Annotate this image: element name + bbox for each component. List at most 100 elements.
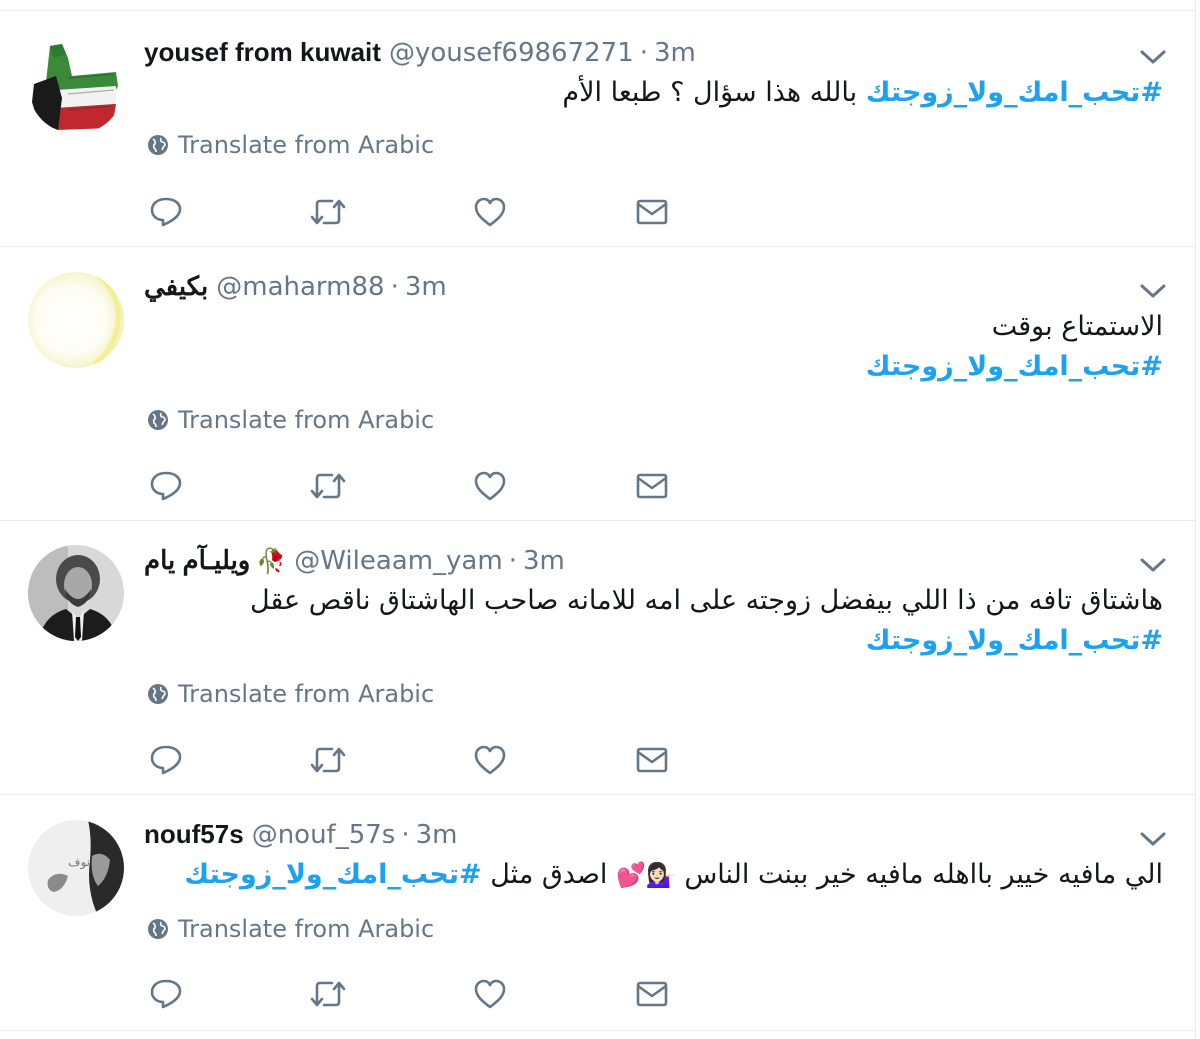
user-handle[interactable]: @yousef69867271 bbox=[389, 38, 634, 68]
avatar[interactable] bbox=[28, 38, 124, 134]
separator-dot: · bbox=[508, 546, 517, 576]
globe-icon bbox=[148, 919, 168, 939]
hashtag-link[interactable]: #تحب_امك_ولا_زوجتك bbox=[184, 859, 481, 890]
translate-link[interactable]: Translate from Arabic bbox=[146, 915, 434, 943]
reply-icon bbox=[150, 197, 182, 227]
user-handle[interactable]: @maharm88 bbox=[216, 272, 384, 302]
tweet-text: الي مافيه خيير بااهله مافيه خير ببنت الن… bbox=[184, 859, 1163, 890]
reply-icon bbox=[150, 745, 182, 775]
like-icon bbox=[474, 979, 506, 1009]
timestamp[interactable]: 3m bbox=[405, 272, 447, 302]
tweet-text: هاشتاق تافه من ذا اللي بيفضل زوجته على ا… bbox=[250, 585, 1163, 616]
timestamp[interactable]: 3m bbox=[654, 38, 696, 68]
timestamp[interactable]: 3m bbox=[523, 546, 565, 576]
like-icon bbox=[474, 197, 506, 227]
retweet-button[interactable] bbox=[308, 192, 348, 232]
retweet-icon bbox=[310, 199, 346, 225]
tweet-text-segment: بالله هذا سؤال ؟ طبعا الأم bbox=[562, 77, 866, 108]
display-name[interactable]: بكيفي bbox=[144, 271, 208, 302]
direct-message-icon bbox=[636, 199, 668, 225]
hashtag-link[interactable]: #تحب_امك_ولا_زوجتك bbox=[866, 351, 1163, 382]
tweet-actions bbox=[146, 974, 686, 1014]
translate-link[interactable]: Translate from Arabic bbox=[146, 406, 434, 434]
like-button[interactable] bbox=[470, 740, 510, 780]
translate-link[interactable]: Translate from Arabic bbox=[146, 680, 434, 708]
reply-button[interactable] bbox=[146, 466, 186, 506]
tweet-header: nouf57s @nouf_57s · 3m bbox=[144, 819, 457, 853]
display-name[interactable]: ويليـآم يام bbox=[144, 545, 250, 576]
emoji-group: 💁🏻‍♀️💕 bbox=[616, 861, 676, 889]
globe-icon bbox=[148, 684, 168, 704]
user-handle[interactable]: @nouf_57s bbox=[252, 820, 396, 850]
tweet-text-segment: الي مافيه خيير بااهله مافيه خير ببنت الن… bbox=[675, 859, 1163, 890]
tweet-actions bbox=[146, 192, 686, 232]
hashtag-link[interactable]: #تحب_امك_ولا_زوجتك bbox=[866, 625, 1163, 656]
retweet-icon bbox=[310, 473, 346, 499]
tweet-header: ويليـآم يام 🥀 @Wileaam_yam · 3m bbox=[144, 545, 565, 579]
tweet-header: بكيفي @maharm88 · 3m bbox=[144, 271, 447, 305]
timestamp[interactable]: 3m bbox=[416, 820, 458, 850]
retweet-icon bbox=[310, 981, 346, 1007]
rose-emoji: 🥀 bbox=[256, 547, 287, 575]
chevron-down-icon[interactable] bbox=[1138, 47, 1168, 67]
tweet-text: #تحب_امك_ولا_زوجتك bbox=[866, 351, 1163, 382]
direct-message-icon bbox=[636, 981, 668, 1007]
retweet-button[interactable] bbox=[308, 740, 348, 780]
reply-button[interactable] bbox=[146, 974, 186, 1014]
direct-message-button[interactable] bbox=[632, 740, 672, 780]
tweet-text: #تحب_امك_ولا_زوجتك bbox=[866, 625, 1163, 656]
avatar[interactable]: نوف bbox=[28, 820, 124, 916]
separator-dot: · bbox=[401, 820, 410, 850]
svg-text:نوف: نوف bbox=[68, 855, 90, 870]
hashtag-link[interactable]: #تحب_امك_ولا_زوجتك bbox=[866, 77, 1163, 108]
translate-label: Translate from Arabic bbox=[178, 915, 435, 943]
tweet-text: الاستمتاع بوقت bbox=[992, 311, 1163, 342]
direct-message-button[interactable] bbox=[632, 974, 672, 1014]
chevron-down-icon[interactable] bbox=[1138, 555, 1168, 575]
globe-icon bbox=[148, 410, 168, 430]
tweet-text-segment: الاستمتاع بوقت bbox=[991, 311, 1163, 342]
like-icon bbox=[474, 471, 506, 501]
separator-dot: · bbox=[390, 272, 399, 302]
direct-message-icon bbox=[636, 747, 668, 773]
translate-label: Translate from Arabic bbox=[178, 406, 435, 434]
direct-message-icon bbox=[636, 473, 668, 499]
display-name[interactable]: yousef from kuwait bbox=[144, 37, 381, 68]
like-button[interactable] bbox=[470, 192, 510, 232]
tweet-text-segment: اصدق مثل bbox=[481, 859, 616, 890]
chevron-down-icon[interactable] bbox=[1138, 829, 1168, 849]
like-button[interactable] bbox=[470, 466, 510, 506]
avatar[interactable] bbox=[28, 545, 124, 641]
chevron-down-icon[interactable] bbox=[1138, 281, 1168, 301]
tweet[interactable]: ويليـآم يام 🥀 @Wileaam_yam · 3m هاشتاق ت… bbox=[0, 521, 1195, 795]
tweet[interactable]: yousef from kuwait @yousef69867271 · 3m … bbox=[0, 11, 1195, 247]
tweet-actions bbox=[146, 740, 686, 780]
tweet-text-segment: هاشتاق تافه من ذا اللي بيفضل زوجته على ا… bbox=[249, 585, 1163, 616]
direct-message-button[interactable] bbox=[632, 466, 672, 506]
translate-label: Translate from Arabic bbox=[178, 680, 435, 708]
reply-icon bbox=[150, 471, 182, 501]
tweet[interactable]: بكيفي @maharm88 · 3m الاستمتاع بوقت #تحب… bbox=[0, 247, 1195, 521]
tweet[interactable]: نوف nouf57s @nouf_57s · 3m الي مافيه خيي… bbox=[0, 795, 1195, 1031]
translate-link[interactable]: Translate from Arabic bbox=[146, 131, 434, 159]
like-icon bbox=[474, 745, 506, 775]
retweet-button[interactable] bbox=[308, 466, 348, 506]
retweet-icon bbox=[310, 747, 346, 773]
display-name[interactable]: nouf57s bbox=[144, 819, 244, 850]
reply-button[interactable] bbox=[146, 192, 186, 232]
feed-right-divider bbox=[1195, 0, 1196, 1039]
reply-button[interactable] bbox=[146, 740, 186, 780]
tweet-header: yousef from kuwait @yousef69867271 · 3m bbox=[144, 37, 696, 71]
direct-message-button[interactable] bbox=[632, 192, 672, 232]
translate-label: Translate from Arabic bbox=[178, 131, 435, 159]
timeline-feed: yousef from kuwait @yousef69867271 · 3m … bbox=[0, 0, 1200, 1039]
reply-icon bbox=[150, 979, 182, 1009]
avatar[interactable] bbox=[28, 272, 124, 368]
globe-icon bbox=[148, 135, 168, 155]
tweet-text: #تحب_امك_ولا_زوجتك بالله هذا سؤال ؟ طبعا… bbox=[562, 77, 1163, 108]
retweet-button[interactable] bbox=[308, 974, 348, 1014]
user-handle[interactable]: @Wileaam_yam bbox=[294, 546, 502, 576]
like-button[interactable] bbox=[470, 974, 510, 1014]
separator-dot: · bbox=[639, 38, 649, 68]
tweet-actions bbox=[146, 466, 686, 506]
